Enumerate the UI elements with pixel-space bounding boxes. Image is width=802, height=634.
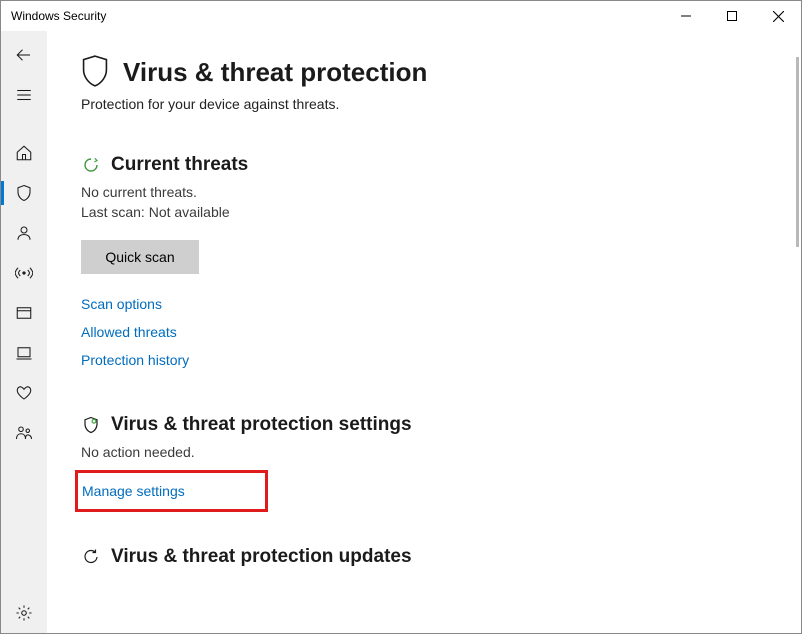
link-manage-settings[interactable]: Manage settings — [82, 483, 185, 499]
refresh-icon — [81, 548, 101, 566]
menu-button[interactable] — [1, 75, 47, 115]
scrollbar-thumb[interactable] — [796, 57, 799, 247]
nav-settings[interactable] — [1, 593, 47, 633]
back-button[interactable] — [1, 35, 47, 75]
nav-account-protection[interactable] — [1, 213, 47, 253]
section-settings: Virus & threat protection settings No ac… — [81, 414, 767, 512]
titlebar: Windows Security — [1, 1, 801, 31]
nav-device-performance-health[interactable] — [1, 373, 47, 413]
link-protection-history[interactable]: Protection history — [81, 352, 189, 368]
shield-gear-icon — [81, 416, 101, 434]
annotation-highlight: Manage settings — [75, 470, 268, 512]
page-subtitle: Protection for your device against threa… — [81, 96, 767, 112]
maximize-button[interactable] — [709, 1, 755, 31]
close-button[interactable] — [755, 1, 801, 31]
link-allowed-threats[interactable]: Allowed threats — [81, 324, 177, 340]
section-current-threats: Current threats No current threats. Last… — [81, 154, 767, 380]
nav-device-security[interactable] — [1, 333, 47, 373]
shield-icon — [81, 55, 109, 90]
nav-family-options[interactable] — [1, 413, 47, 453]
section-title: Current threats — [111, 154, 248, 176]
refresh-shield-icon — [81, 156, 101, 174]
minimize-button[interactable] — [663, 1, 709, 31]
section-updates: Virus & threat protection updates — [81, 546, 767, 568]
sidebar — [1, 31, 47, 633]
settings-status-line: No action needed. — [81, 444, 767, 460]
nav-app-browser-control[interactable] — [1, 293, 47, 333]
threat-status-line: No current threats. — [81, 184, 767, 200]
nav-home[interactable] — [1, 133, 47, 173]
last-scan-line: Last scan: Not available — [81, 204, 767, 220]
quick-scan-button[interactable]: Quick scan — [81, 240, 199, 274]
link-scan-options[interactable]: Scan options — [81, 296, 162, 312]
nav-firewall-network[interactable] — [1, 253, 47, 293]
nav-virus-threat-protection[interactable] — [1, 173, 47, 213]
page-title: Virus & threat protection — [123, 57, 427, 88]
window-title: Windows Security — [1, 9, 106, 23]
section-title: Virus & threat protection updates — [111, 546, 412, 568]
page-header: Virus & threat protection — [81, 55, 767, 90]
main-content: Virus & threat protection Protection for… — [47, 31, 801, 633]
section-title: Virus & threat protection settings — [111, 414, 412, 436]
